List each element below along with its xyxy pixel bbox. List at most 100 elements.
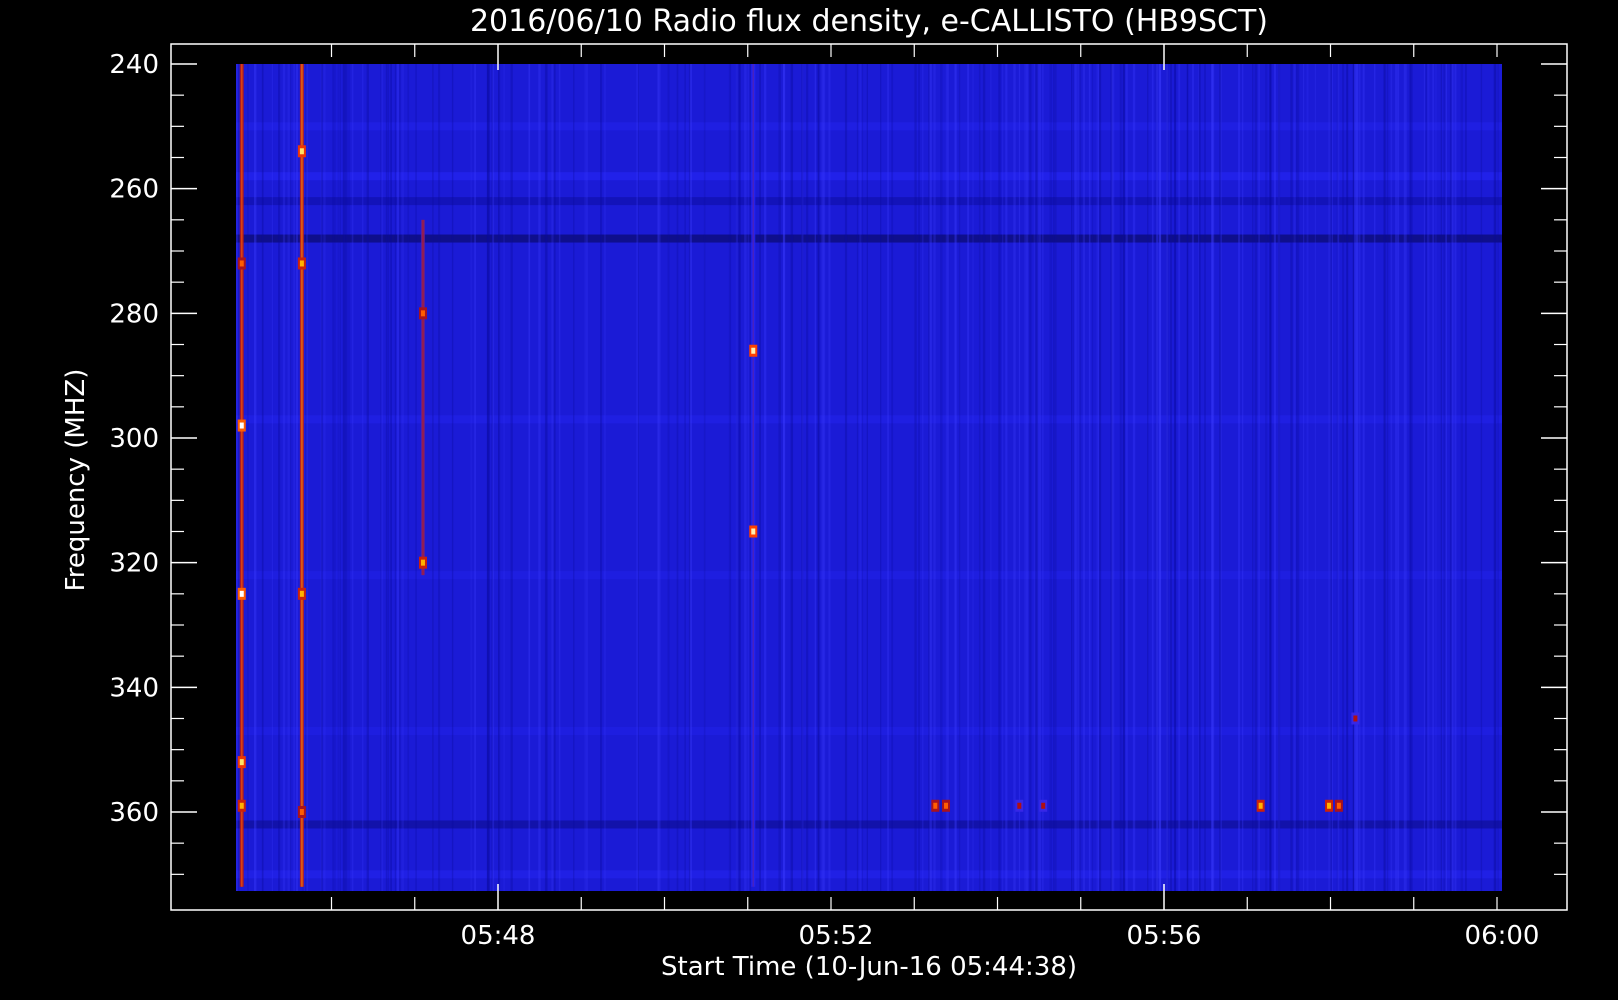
noise-stripe bbox=[1158, 64, 1162, 891]
x-axis-label: Start Time (10-Jun-16 05:44:38) bbox=[661, 952, 1077, 982]
noise-stripe bbox=[1435, 64, 1437, 891]
noise-stripe bbox=[584, 64, 587, 891]
frequency-band bbox=[236, 571, 1502, 580]
noise-stripe bbox=[1126, 64, 1128, 891]
noise-stripe bbox=[978, 64, 981, 891]
noise-stripe bbox=[1373, 64, 1376, 891]
noise-stripe bbox=[1465, 64, 1467, 891]
noise-stripe bbox=[438, 64, 441, 891]
noise-stripe bbox=[1219, 64, 1222, 891]
noise-stripe bbox=[407, 64, 410, 891]
noise-stripe bbox=[856, 64, 859, 891]
noise-stripe bbox=[1054, 64, 1057, 891]
noise-stripe bbox=[1052, 64, 1055, 891]
hot-spot-core bbox=[239, 759, 244, 766]
noise-stripe bbox=[380, 64, 382, 891]
noise-stripe bbox=[1358, 64, 1361, 891]
noise-stripe bbox=[940, 64, 943, 891]
noise-stripe bbox=[1001, 64, 1004, 891]
noise-stripe bbox=[1238, 64, 1241, 891]
y-tick-label: 300 bbox=[109, 424, 159, 454]
burst-line-core bbox=[752, 64, 755, 887]
noise-stripe bbox=[544, 64, 547, 891]
noise-stripe bbox=[806, 64, 809, 891]
noise-stripe bbox=[491, 64, 493, 891]
noise-stripe bbox=[745, 64, 748, 891]
hot-spot-core bbox=[239, 260, 244, 267]
noise-stripe bbox=[332, 64, 335, 891]
noise-stripe bbox=[573, 64, 575, 891]
noise-stripe bbox=[921, 64, 924, 891]
noise-stripe bbox=[394, 64, 396, 891]
noise-stripe bbox=[1096, 64, 1099, 891]
noise-stripe bbox=[1386, 64, 1389, 891]
noise-stripe bbox=[1303, 64, 1305, 891]
noise-stripe bbox=[1156, 64, 1159, 891]
y-tick-label: 320 bbox=[109, 549, 159, 579]
hot-spot-core bbox=[299, 590, 304, 597]
noise-stripe bbox=[306, 64, 308, 891]
noise-stripe bbox=[880, 64, 882, 891]
x-tick-label: 06:00 bbox=[1465, 921, 1540, 951]
noise-stripe bbox=[1454, 64, 1457, 891]
noise-stripe bbox=[415, 64, 417, 891]
noise-stripe bbox=[1346, 64, 1348, 891]
noise-stripe bbox=[282, 64, 286, 891]
noise-stripe bbox=[1314, 64, 1316, 891]
noise-stripe bbox=[801, 64, 804, 891]
heatmap-background bbox=[236, 64, 1502, 891]
frequency-band bbox=[236, 726, 1502, 735]
noise-stripe bbox=[1362, 64, 1365, 891]
y-tick-label: 340 bbox=[109, 673, 159, 703]
noise-stripe bbox=[271, 64, 274, 891]
noise-stripe bbox=[982, 64, 986, 891]
noise-stripe bbox=[1123, 64, 1126, 891]
noise-stripe bbox=[510, 64, 513, 891]
noise-stripe bbox=[990, 64, 992, 891]
noise-stripe bbox=[362, 64, 364, 891]
noise-stripe bbox=[1210, 64, 1214, 891]
noise-stripe bbox=[1079, 64, 1082, 891]
noise-stripe bbox=[600, 64, 603, 891]
hot-spot-core bbox=[1327, 802, 1332, 809]
noise-stripe bbox=[1342, 64, 1345, 891]
noise-stripe bbox=[323, 64, 326, 891]
hot-spot-core bbox=[420, 310, 425, 317]
x-tick-label: 05:56 bbox=[1127, 921, 1202, 951]
noise-stripe bbox=[918, 64, 920, 891]
noise-stripe bbox=[958, 64, 961, 891]
noise-stripe bbox=[689, 64, 692, 891]
frequency-band bbox=[236, 415, 1502, 424]
noise-stripe bbox=[1444, 64, 1446, 891]
y-tick-label: 260 bbox=[109, 175, 159, 205]
noise-stripe bbox=[385, 64, 387, 891]
noise-stripe bbox=[1035, 64, 1038, 891]
noise-stripe bbox=[817, 64, 820, 891]
noise-stripe bbox=[1018, 64, 1021, 891]
noise-stripe bbox=[398, 64, 401, 891]
noise-stripe bbox=[1173, 64, 1176, 891]
noise-stripe bbox=[1480, 64, 1483, 891]
noise-stripe bbox=[604, 64, 606, 891]
noise-stripe bbox=[1147, 64, 1149, 891]
noise-stripe bbox=[498, 64, 500, 891]
noise-stripe bbox=[261, 64, 264, 891]
noise-stripe bbox=[1383, 64, 1386, 891]
noise-stripe bbox=[1111, 64, 1114, 891]
noise-stripe bbox=[782, 64, 786, 891]
noise-stripe bbox=[334, 64, 336, 891]
noise-stripe bbox=[1337, 64, 1340, 891]
noise-stripe bbox=[844, 64, 848, 891]
noise-stripe bbox=[236, 64, 238, 891]
noise-stripe bbox=[730, 64, 732, 891]
frequency-band bbox=[236, 172, 1502, 181]
noise-stripe bbox=[1151, 64, 1154, 891]
noise-stripe bbox=[1269, 64, 1272, 891]
frequency-band bbox=[236, 870, 1502, 879]
noise-stripe bbox=[1082, 64, 1086, 891]
hot-spot-core bbox=[1258, 802, 1263, 809]
noise-stripe bbox=[1254, 64, 1258, 891]
noise-stripe bbox=[1178, 64, 1181, 891]
hot-spot-core bbox=[299, 148, 304, 155]
noise-stripe bbox=[1273, 64, 1276, 891]
